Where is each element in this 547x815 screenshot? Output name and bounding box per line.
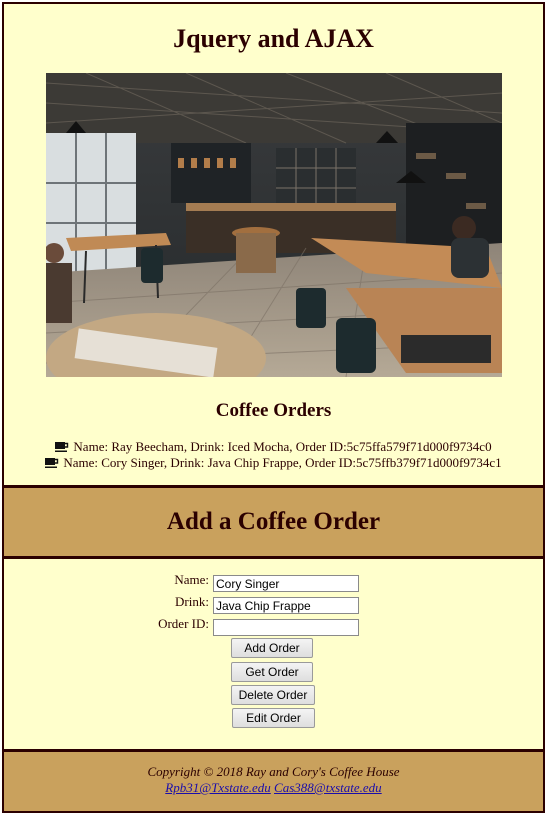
drink-input[interactable] [213, 597, 359, 614]
page-title: Jquery and AJAX [173, 24, 374, 53]
email-link-ray[interactable]: Rpb31@Txstate.edu [165, 780, 270, 795]
delete-order-button[interactable]: Delete Order [231, 685, 315, 705]
copyright-text: Copyright © 2018 Ray and Cory's Coffee H… [147, 764, 400, 779]
cafe-photo [46, 73, 502, 377]
page-frame: Jquery and AJAX Coffee Orders Name: Ray … [2, 2, 545, 813]
name-label: Name: [174, 572, 209, 587]
orders-heading: Coffee Orders [215, 400, 332, 421]
email-link-cory[interactable]: Cas388@txstate.edu [274, 780, 382, 795]
footer-links: Rpb31@Txstate.edu Cas388@txstate.edu [4, 780, 543, 796]
orders-list: Name: Ray Beecham, Drink: Iced Mocha, Or… [4, 439, 543, 471]
coffee-cup-icon [55, 442, 69, 452]
add-order-heading: Add a Coffee Order [166, 508, 381, 535]
add-order-banner: Add a Coffee Order [4, 485, 543, 559]
footer: Copyright © 2018 Ray and Cory's Coffee H… [4, 749, 543, 811]
order-form: Name: Drink: Order ID: Add Order Get Ord… [4, 559, 543, 749]
orderid-label: Order ID: [158, 616, 209, 631]
drink-label: Drink: [175, 594, 209, 609]
list-item: Name: Cory Singer, Drink: Java Chip Frap… [4, 455, 543, 471]
list-item: Name: Ray Beecham, Drink: Iced Mocha, Or… [4, 439, 543, 455]
orderid-input[interactable] [213, 619, 359, 636]
coffee-cup-icon [45, 458, 59, 468]
order-text: Name: Ray Beecham, Drink: Iced Mocha, Or… [73, 439, 492, 454]
orders-section: Jquery and AJAX Coffee Orders Name: Ray … [4, 4, 543, 485]
order-text: Name: Cory Singer, Drink: Java Chip Frap… [63, 455, 502, 470]
name-input[interactable] [213, 575, 359, 592]
get-order-button[interactable]: Get Order [231, 662, 313, 682]
edit-order-button[interactable]: Edit Order [232, 708, 315, 728]
add-order-button[interactable]: Add Order [231, 638, 313, 658]
